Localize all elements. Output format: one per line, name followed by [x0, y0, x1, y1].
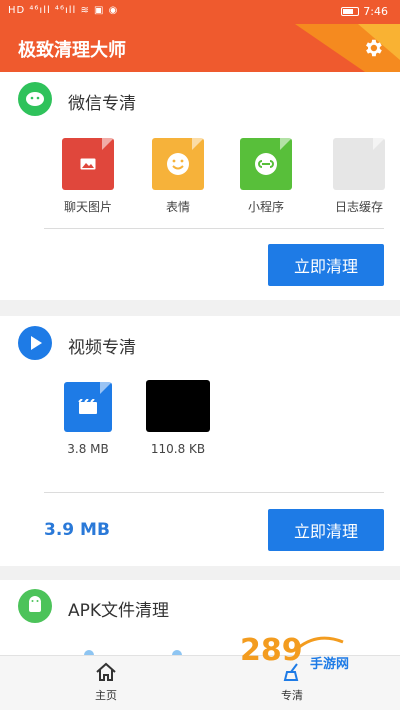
status-right: 7:46 — [341, 5, 388, 18]
status-signal-icons: HD ⁴⁶ıll ⁴⁶ıll ≋ ▣ ◉ — [8, 5, 119, 16]
video-file-icon — [64, 382, 112, 432]
file-size: 3.8 MB — [67, 442, 109, 456]
file-label: 聊天图片 — [63, 200, 112, 214]
nav-home-label: 主页 — [95, 689, 117, 702]
file-log-cache[interactable]: 日志缓存 — [318, 138, 400, 215]
apk-title: APK文件清理 — [68, 601, 170, 621]
wechat-clean-button[interactable]: 立即清理 — [268, 244, 384, 286]
file-stickers[interactable]: 表情 — [140, 138, 216, 215]
file-label: 日志缓存 — [334, 200, 383, 214]
smile-icon — [152, 138, 204, 190]
miniprogram-icon — [240, 138, 292, 190]
nav-home[interactable]: 主页 — [66, 662, 146, 703]
file-mini-programs[interactable]: 小程序 — [228, 138, 304, 215]
home-icon — [96, 662, 116, 681]
video-total-size: 3.9 MB — [44, 520, 110, 540]
site-watermark: 289 手游网 — [240, 633, 349, 670]
divider — [44, 492, 384, 493]
file-label: 表情 — [165, 200, 190, 214]
file-chat-images[interactable]: 聊天图片 — [50, 138, 126, 215]
video-clean-button[interactable]: 立即清理 — [268, 509, 384, 551]
video-thumbnail — [146, 380, 210, 432]
video-title: 视频专清 — [68, 338, 136, 358]
status-time: 7:46 — [363, 5, 388, 18]
watermark-text: 289 — [240, 633, 303, 668]
app-bar: 极致清理大师 — [0, 24, 400, 72]
file-label: 小程序 — [247, 200, 284, 214]
gear-icon[interactable] — [362, 37, 384, 59]
image-icon — [62, 138, 114, 190]
wechat-title: 微信专清 — [68, 94, 136, 114]
video-file-1[interactable]: 3.8 MB — [50, 382, 126, 456]
watermark-sub: 手游网 — [310, 656, 349, 670]
file-size: 110.8 KB — [150, 442, 206, 456]
video-file-2[interactable]: 110.8 KB — [140, 380, 216, 456]
status-bar: HD ⁴⁶ıll ⁴⁶ıll ≋ ▣ ◉ 7:46 — [0, 0, 400, 24]
app-title: 极致清理大师 — [18, 40, 126, 61]
play-icon — [18, 326, 52, 360]
divider — [44, 228, 384, 229]
nav-special-label: 专清 — [281, 689, 303, 702]
android-icon — [18, 589, 52, 623]
wechat-clean-card: 微信专清 聊天图片 表情 小程序 日志缓存 立即清理 — [0, 72, 400, 300]
video-clean-card: 视频专清 3.8 MB 110.8 KB 3.9 MB 立即清理 — [0, 316, 400, 566]
wechat-icon — [18, 82, 52, 116]
battery-icon — [341, 7, 360, 16]
log-icon — [333, 138, 385, 190]
